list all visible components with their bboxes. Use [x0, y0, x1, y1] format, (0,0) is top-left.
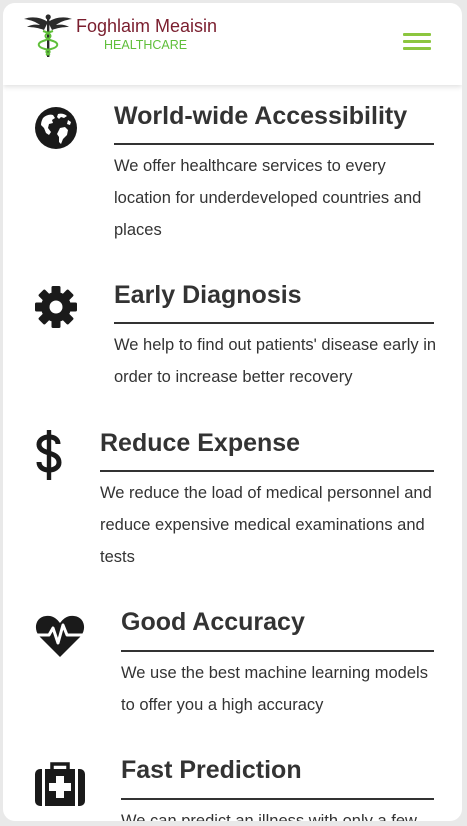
divider [114, 322, 434, 324]
app-frame: Foghlaim Meaisin HEALTHCARE World-wide A… [3, 3, 462, 821]
menu-bar [403, 47, 431, 50]
divider [114, 143, 434, 145]
medical-kit-icon [35, 762, 85, 806]
feature-description: We can predict an illness with only a fe… [121, 812, 417, 821]
feature-title: Early Diagnosis [114, 281, 302, 309]
site-header: Foghlaim Meaisin HEALTHCARE [3, 3, 462, 85]
gear-icon [35, 286, 77, 328]
feature-title: Good Accuracy [121, 608, 305, 636]
menu-bar [403, 40, 431, 43]
menu-bar [403, 33, 431, 36]
heartbeat-icon [35, 615, 85, 657]
feature-description: We offer healthcare services to every lo… [114, 157, 422, 239]
feature-title: Reduce Expense [100, 429, 301, 457]
brand-name[interactable]: Foghlaim Meaisin [76, 16, 217, 37]
hamburger-menu-icon[interactable] [403, 30, 433, 54]
divider [121, 650, 434, 652]
divider [121, 798, 434, 800]
feature-title: Fast Prediction [121, 756, 302, 784]
feature-title: World-wide Accessibility [114, 102, 408, 130]
caduceus-icon [24, 14, 72, 57]
feature-description: We use the best machine learning models … [121, 664, 428, 714]
feature-description: We help to find out patients' disease ea… [114, 336, 437, 386]
brand-tagline: HEALTHCARE [104, 38, 188, 52]
feature-description: We reduce the load of medical personnel … [100, 484, 432, 566]
globe-icon [35, 107, 77, 149]
divider [100, 470, 434, 472]
dollar-icon [36, 430, 62, 480]
